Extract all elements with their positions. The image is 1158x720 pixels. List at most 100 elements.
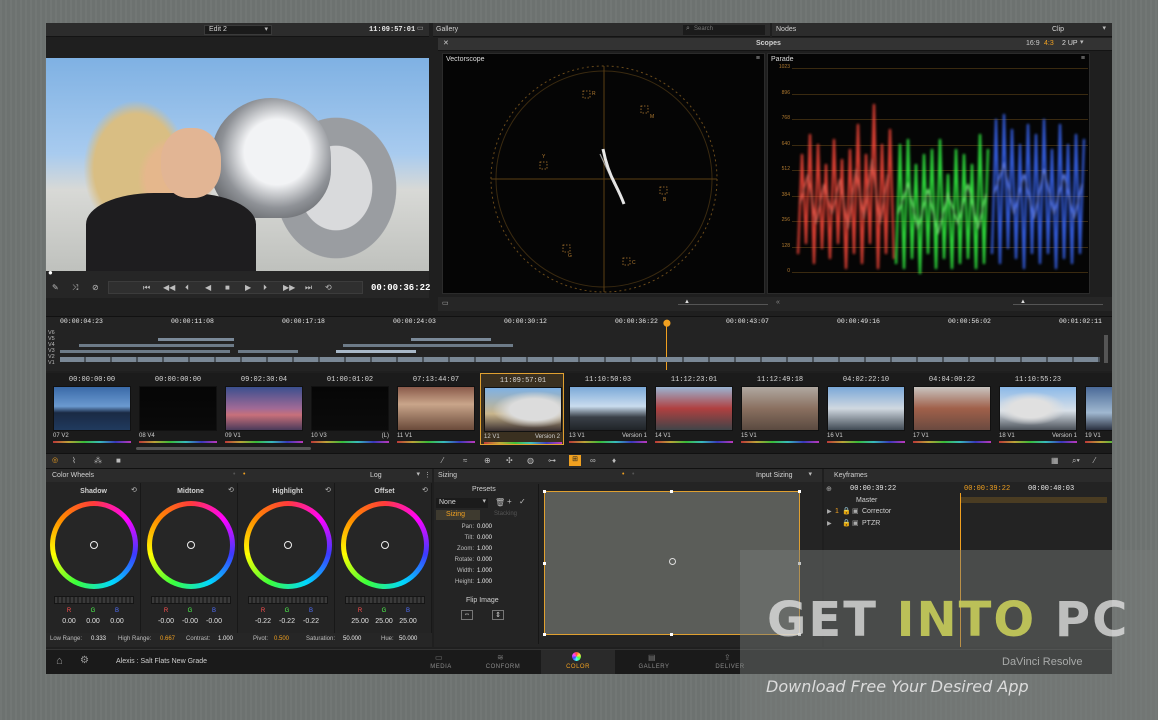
menu-icon[interactable]: ⋮ <box>424 471 431 479</box>
rgb-mixer-icon[interactable]: ⁂ <box>94 456 102 465</box>
clip-thumbnail[interactable]: 01:00:01:02 10 V3 (L) <box>308 373 392 445</box>
stop-icon[interactable]: ■ <box>225 283 230 292</box>
hue-value[interactable]: 50.000 <box>399 636 417 642</box>
loop-icon[interactable]: ⟲ <box>325 283 332 292</box>
keyframe-mode-icon[interactable]: ▣ <box>852 507 859 515</box>
step-back-icon[interactable]: ⏴ <box>185 283 189 293</box>
sizing-field-value[interactable]: 0.000 <box>477 557 492 563</box>
sizing-mode-select[interactable]: Input Sizing ▾ <box>754 470 814 481</box>
shuffle-icon[interactable]: ⤨ <box>72 283 78 293</box>
scopes-layout[interactable]: 2 UP <box>1062 40 1078 47</box>
timeline-clip[interactable] <box>411 338 491 341</box>
pivot-value[interactable]: 0.500 <box>274 636 289 642</box>
timeline-clip[interactable] <box>238 350 298 353</box>
timeline-clip[interactable] <box>336 350 416 353</box>
sizing-field-value[interactable]: 1.000 <box>477 546 492 552</box>
corner-handle[interactable] <box>543 490 546 493</box>
play-icon[interactable]: ▶ <box>245 283 251 292</box>
timeline-clip[interactable] <box>60 350 230 353</box>
reset-icon[interactable]: ⟲ <box>325 486 331 494</box>
aspect-16-9[interactable]: 16:9 <box>1026 40 1040 47</box>
sizing-field-value[interactable]: 0.000 <box>477 524 492 530</box>
trash-icon[interactable]: 🗑 <box>495 498 505 507</box>
gear-icon[interactable]: ⚙ <box>80 655 89 666</box>
channel-b-value[interactable]: -0.00 <box>199 618 229 625</box>
reset-icon[interactable]: ⟲ <box>422 486 428 494</box>
master-wheel-slider[interactable] <box>345 596 425 604</box>
next-frame-icon[interactable]: ▶▶ <box>283 283 295 292</box>
master-wheel-slider[interactable] <box>54 596 134 604</box>
tab-sizing[interactable]: Sizing <box>436 510 480 520</box>
reset-icon[interactable]: ⟲ <box>228 486 234 494</box>
clip-thumbnail[interactable]: 00:00:00:00 07 V2 <box>50 373 134 445</box>
clip-thumbnail[interactable]: 11:12:49:18 15 V1 <box>738 373 822 445</box>
clip-thumbnail[interactable]: 11:10:55:23 18 V1 Version 1 <box>996 373 1080 445</box>
slider-handle-icon[interactable]: ▲ <box>684 299 690 305</box>
playhead-icon[interactable]: ⬤ <box>663 319 671 327</box>
clip-thumbnail[interactable]: 09:02:30:04 09 V1 <box>222 373 306 445</box>
corner-handle[interactable] <box>798 490 801 493</box>
corner-handle[interactable] <box>543 633 546 636</box>
clip-select[interactable]: Edit 2 ▾ <box>204 25 272 35</box>
sizing-field-value[interactable]: 1.000 <box>477 579 492 585</box>
page-dot[interactable]: • <box>632 471 634 478</box>
eyedropper-icon[interactable]: ⁄ <box>1094 456 1095 465</box>
flip-vertical-icon[interactable]: ⇕ <box>492 610 504 620</box>
preset-select[interactable]: None ▾ <box>436 498 488 508</box>
wheels-mode-select[interactable]: Log ▾ <box>366 470 422 481</box>
collapse-icon[interactable]: « <box>776 299 780 306</box>
clip-strip-scrollbar[interactable] <box>136 447 311 450</box>
zoom-icon[interactable]: ⊕ <box>826 485 832 493</box>
low-range-value[interactable]: 0.333 <box>91 636 106 642</box>
slider-handle-icon[interactable]: ▲ <box>1020 299 1026 305</box>
search-icon[interactable]: ⌕▾ <box>1072 456 1080 466</box>
sizing-field-value[interactable]: 0.000 <box>477 535 492 541</box>
page-tab-color[interactable]: COLOR <box>541 650 615 674</box>
lock-icon[interactable]: 🔒 <box>842 507 851 515</box>
home-icon[interactable]: ⌂ <box>56 655 63 667</box>
stereo-icon[interactable]: ∞ <box>590 456 596 465</box>
vectorscope-gain-slider[interactable] <box>678 304 768 305</box>
wheel-puck[interactable] <box>381 541 389 549</box>
clip-thumbnail[interactable]: 11:09:57:01 12 V1 Version 2 <box>480 373 564 445</box>
clip-thumbnail[interactable]: 04:04:00:22 17 V1 <box>910 373 994 445</box>
channel-b-value[interactable]: -0.22 <box>296 618 326 625</box>
expand-icon[interactable]: ▶ <box>827 508 832 515</box>
edge-handle[interactable] <box>670 490 673 493</box>
reverse-icon[interactable]: ◀ <box>205 283 211 292</box>
page-tab-conform[interactable]: ≋ CONFORM <box>473 650 533 674</box>
window-icon[interactable]: ✣ <box>506 456 513 465</box>
curves-tool-icon[interactable]: ≈ <box>463 456 467 465</box>
mini-timeline[interactable]: 00:00:04:23 00:00:11:08 00:00:17:18 00:00:2… <box>46 316 1112 371</box>
clip-thumbnail[interactable]: 07:13:44:07 11 V1 <box>394 373 478 445</box>
sizing-field-value[interactable]: 1.000 <box>477 568 492 574</box>
expand-icon[interactable]: ▶ <box>827 520 832 527</box>
color-wheel-ring[interactable] <box>50 501 138 589</box>
clip-thumbnail[interactable]: 00:00:00:00 08 V4 <box>136 373 220 445</box>
keyframe-icon[interactable]: ♦ <box>612 456 616 465</box>
keyframe-row[interactable]: ▶ 🔒 ▣ PTZR <box>824 519 960 530</box>
curves-icon[interactable]: ⌇ <box>72 456 76 465</box>
close-icon[interactable]: ✕ <box>443 39 449 47</box>
reset-icon[interactable]: ⟲ <box>131 486 137 494</box>
keyframe-mode-icon[interactable]: ▣ <box>852 519 859 527</box>
master-wheel-slider[interactable] <box>248 596 328 604</box>
page-dot-active[interactable]: • <box>243 471 245 478</box>
prev-frame-icon[interactable]: ◀◀ <box>163 283 175 292</box>
viewer-options-icon[interactable]: ▭ <box>417 24 424 32</box>
jump-end-icon[interactable]: ⏭ <box>305 283 312 293</box>
timeline-scrollbar[interactable] <box>1104 335 1108 363</box>
blur-icon[interactable]: ⊶ <box>548 456 556 465</box>
clip-thumbnail[interactable]: 11:10:50:03 13 V1 Version 1 <box>566 373 650 445</box>
clip-thumbnail[interactable]: 11:0 19 V1 <box>1082 373 1112 445</box>
lock-icon[interactable]: 🔒 <box>842 519 851 527</box>
timeline-clip[interactable] <box>79 344 234 347</box>
parade-gain-slider[interactable] <box>1013 304 1103 305</box>
page-tab-gallery[interactable]: ▤ GALLERY <box>624 650 684 674</box>
sizing-center-handle[interactable] <box>669 558 676 565</box>
clip-thumbnail[interactable]: 11:12:23:01 14 V1 <box>652 373 736 445</box>
camera-icon[interactable]: ■ <box>116 456 121 465</box>
timeline-v1-track[interactable] <box>60 357 1100 362</box>
channel-b-value[interactable]: 0.00 <box>102 618 132 625</box>
color-wheel-ring[interactable] <box>147 501 235 589</box>
